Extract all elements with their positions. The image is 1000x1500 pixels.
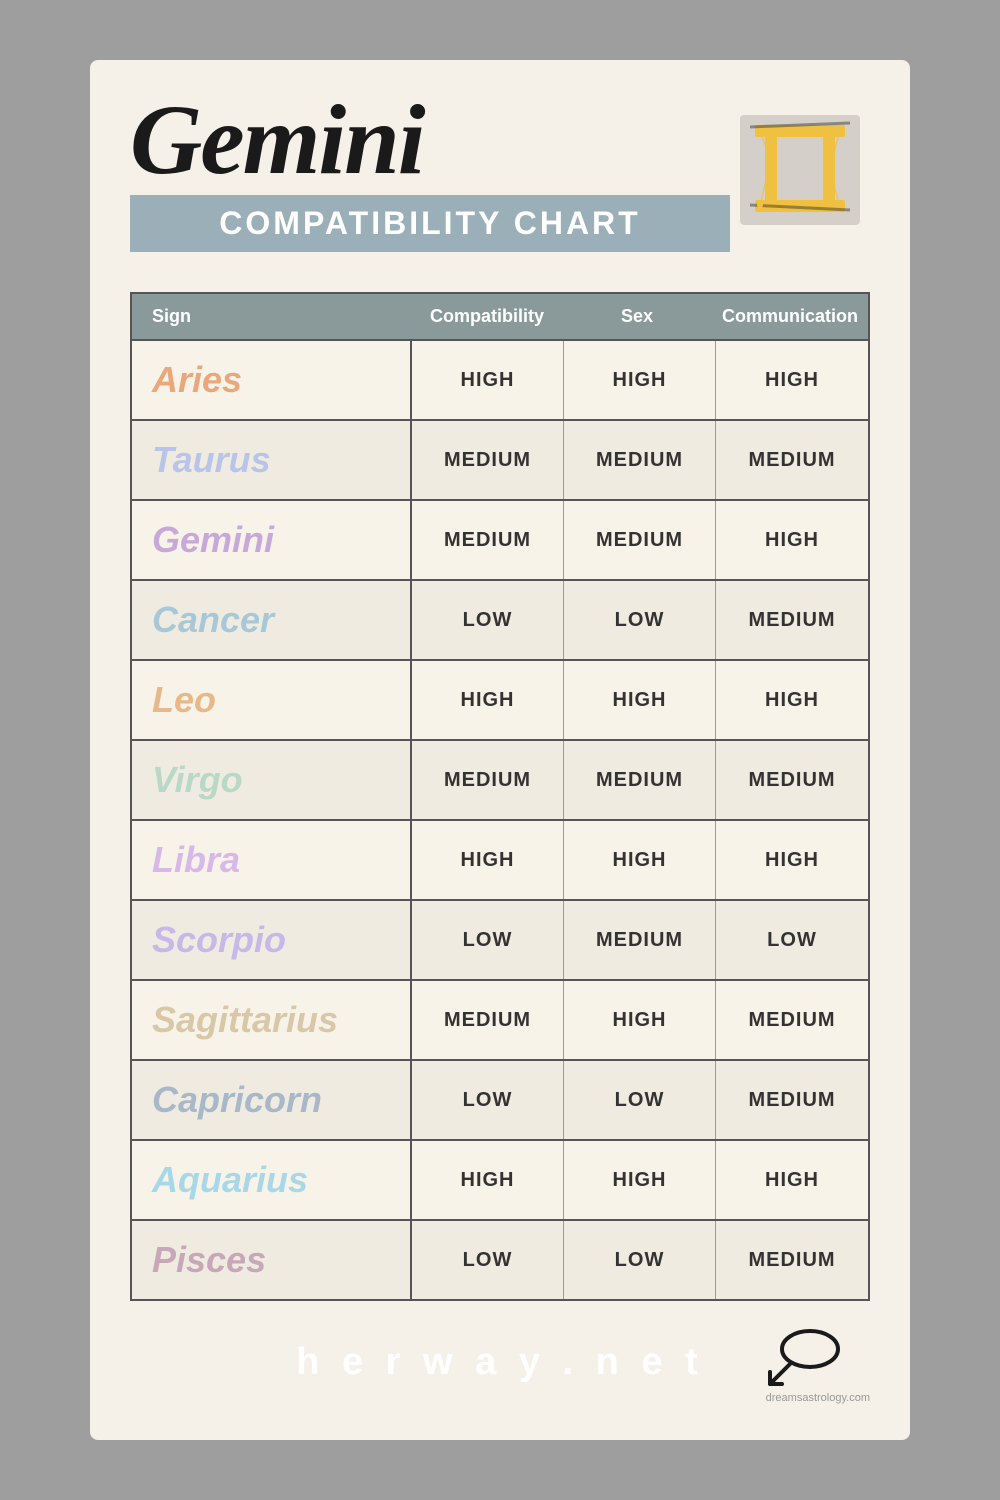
table-row: Libra HIGH HIGH HIGH [132, 819, 868, 899]
table-row: Aquarius HIGH HIGH HIGH [132, 1139, 868, 1219]
sign-cell: Leo [132, 661, 412, 739]
sex-cell: MEDIUM [564, 421, 716, 499]
sign-cell: Aries [132, 341, 412, 419]
sign-cell: Scorpio [132, 901, 412, 979]
table-row: Pisces LOW LOW MEDIUM [132, 1219, 868, 1299]
subtitle-banner: COMPATIBILITY CHART [130, 195, 730, 252]
table-row: Cancer LOW LOW MEDIUM [132, 579, 868, 659]
footer: h e r w a y . n e t dreamsastrology.com [130, 1331, 870, 1384]
swirl-decoration-icon [750, 1314, 850, 1394]
table-row: Leo HIGH HIGH HIGH [132, 659, 868, 739]
col-communication: Communication [712, 294, 868, 339]
communication-cell: HIGH [716, 341, 868, 419]
sex-cell: MEDIUM [564, 901, 716, 979]
sex-cell: HIGH [564, 341, 716, 419]
communication-cell: MEDIUM [716, 421, 868, 499]
sex-cell: LOW [564, 1061, 716, 1139]
table-row: Virgo MEDIUM MEDIUM MEDIUM [132, 739, 868, 819]
gemini-symbol-icon [730, 100, 870, 240]
col-sign: Sign [132, 294, 412, 339]
compatibility-cell: LOW [412, 1061, 564, 1139]
compatibility-cell: HIGH [412, 821, 564, 899]
main-card: Gemini COMPATIBILITY CHART [90, 60, 910, 1440]
compatibility-cell: MEDIUM [412, 741, 564, 819]
table-header-row: Sign Compatibility Sex Communication [132, 294, 868, 339]
table-row: Capricorn LOW LOW MEDIUM [132, 1059, 868, 1139]
sex-cell: MEDIUM [564, 741, 716, 819]
communication-cell: HIGH [716, 821, 868, 899]
communication-cell: MEDIUM [716, 1061, 868, 1139]
communication-cell: HIGH [716, 661, 868, 739]
communication-cell: HIGH [716, 501, 868, 579]
sign-cell: Gemini [132, 501, 412, 579]
sign-cell: Pisces [132, 1221, 412, 1299]
sign-cell: Aquarius [132, 1141, 412, 1219]
compatibility-cell: LOW [412, 1221, 564, 1299]
footer-site: h e r w a y . n e t [296, 1341, 704, 1384]
col-sex: Sex [562, 294, 712, 339]
communication-cell: MEDIUM [716, 1221, 868, 1299]
table-row: Sagittarius MEDIUM HIGH MEDIUM [132, 979, 868, 1059]
compatibility-cell: LOW [412, 581, 564, 659]
header-left: Gemini COMPATIBILITY CHART [130, 90, 730, 282]
compatibility-cell: HIGH [412, 1141, 564, 1219]
sex-cell: HIGH [564, 821, 716, 899]
sign-cell: Libra [132, 821, 412, 899]
sex-cell: LOW [564, 581, 716, 659]
compatibility-cell: HIGH [412, 341, 564, 419]
sex-cell: HIGH [564, 981, 716, 1059]
sign-cell: Capricorn [132, 1061, 412, 1139]
compatibility-table: Sign Compatibility Sex Communication Ari… [130, 292, 870, 1301]
compatibility-cell: HIGH [412, 661, 564, 739]
sign-cell: Virgo [132, 741, 412, 819]
communication-cell: MEDIUM [716, 741, 868, 819]
sign-cell: Taurus [132, 421, 412, 499]
table-row: Taurus MEDIUM MEDIUM MEDIUM [132, 419, 868, 499]
sex-cell: LOW [564, 1221, 716, 1299]
sign-cell: Sagittarius [132, 981, 412, 1059]
sex-cell: MEDIUM [564, 501, 716, 579]
footer-credit: dreamsastrology.com [766, 1392, 870, 1404]
compatibility-cell: LOW [412, 901, 564, 979]
sex-cell: HIGH [564, 1141, 716, 1219]
page-title: Gemini [130, 90, 424, 190]
communication-cell: MEDIUM [716, 581, 868, 659]
table-row: Scorpio LOW MEDIUM LOW [132, 899, 868, 979]
header: Gemini COMPATIBILITY CHART [130, 90, 870, 282]
table-row: Gemini MEDIUM MEDIUM HIGH [132, 499, 868, 579]
table-row: Aries HIGH HIGH HIGH [132, 339, 868, 419]
compatibility-cell: MEDIUM [412, 421, 564, 499]
communication-cell: LOW [716, 901, 868, 979]
sex-cell: HIGH [564, 661, 716, 739]
compatibility-cell: MEDIUM [412, 501, 564, 579]
compatibility-cell: MEDIUM [412, 981, 564, 1059]
communication-cell: MEDIUM [716, 981, 868, 1059]
sign-cell: Cancer [132, 581, 412, 659]
col-compatibility: Compatibility [412, 294, 562, 339]
communication-cell: HIGH [716, 1141, 868, 1219]
table-body: Aries HIGH HIGH HIGH Taurus MEDIUM MEDIU… [132, 339, 868, 1299]
